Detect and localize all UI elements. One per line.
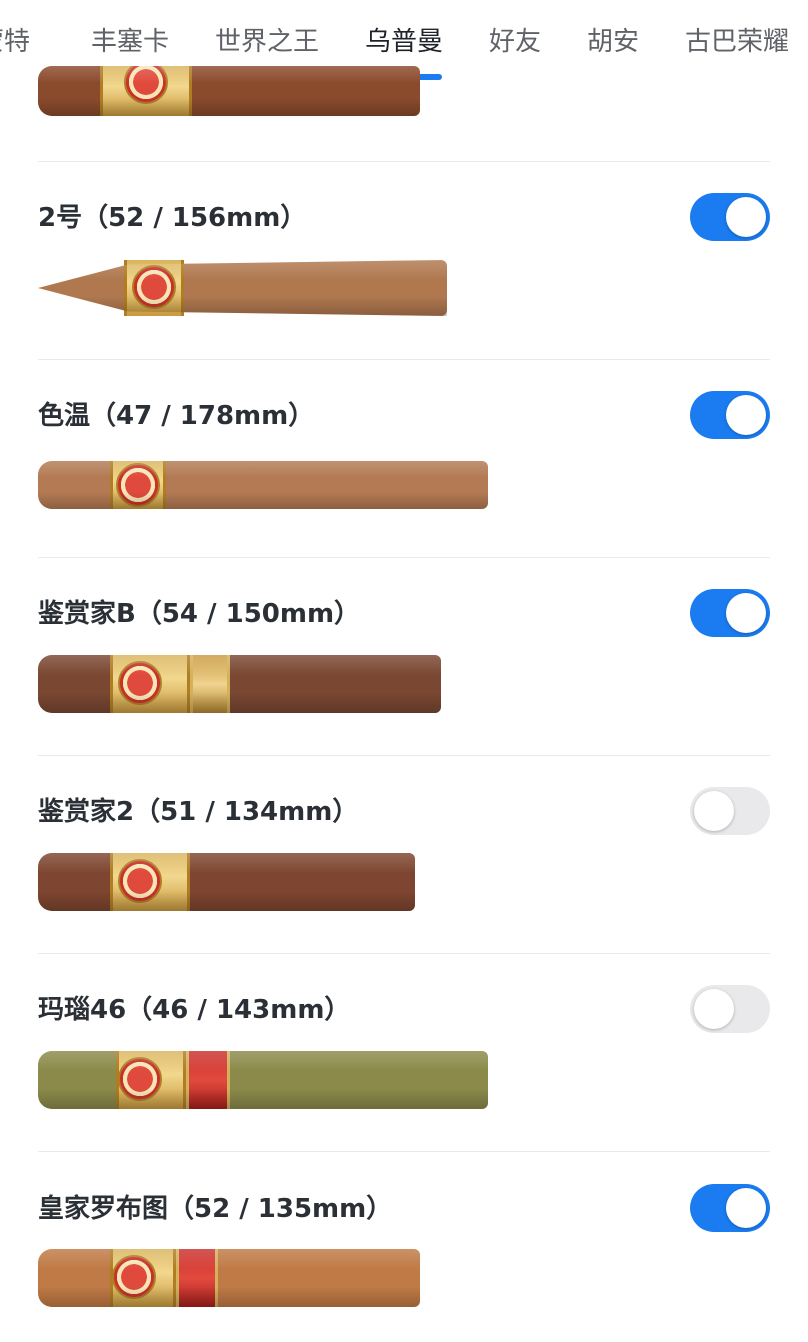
tab-king-of-world[interactable]: 世界之王 [215, 22, 319, 62]
item-toggle[interactable] [690, 589, 770, 637]
item-toggle[interactable] [690, 391, 770, 439]
item-title: 2号（52 / 156mm） [38, 203, 307, 233]
item-toggle[interactable] [690, 985, 770, 1033]
item-title: 鉴赏家B（54 / 150mm） [38, 599, 361, 629]
tab-montecristo[interactable]: 蒙特 [0, 22, 30, 62]
toggle-knob [694, 791, 734, 831]
item-toggle[interactable] [690, 1184, 770, 1232]
item-title: 色温（47 / 178mm） [38, 401, 315, 431]
cigar-long-image [38, 461, 488, 509]
item-toggle[interactable] [690, 787, 770, 835]
row-divider [38, 755, 770, 756]
row-divider [38, 161, 770, 162]
tab-good-friend[interactable]: 好友 [489, 22, 541, 62]
tab-fonseca[interactable]: 丰塞卡 [91, 22, 169, 62]
tab-upmann[interactable]: 乌普曼 [365, 22, 443, 62]
row-divider [38, 1151, 770, 1152]
row-divider [38, 359, 770, 360]
cigar-torpedo-image [38, 260, 447, 316]
item-toggle[interactable] [690, 193, 770, 241]
item-title: 玛瑙46（46 / 143mm） [38, 995, 351, 1025]
toggle-knob [694, 989, 734, 1029]
toggle-knob [726, 1188, 766, 1228]
item-title: 皇家罗布图（52 / 135mm） [38, 1194, 393, 1224]
item-title: 鉴赏家2（51 / 134mm） [38, 797, 359, 827]
toggle-knob [726, 593, 766, 633]
tab-cuban-glory[interactable]: 古巴荣耀 [685, 22, 789, 62]
cigar-magnum-46-image [38, 1051, 488, 1109]
row-divider [38, 953, 770, 954]
cigar-connoisseur-2-image [38, 853, 415, 911]
toggle-knob [726, 197, 766, 237]
cigar-connoisseur-b-image [38, 655, 441, 713]
row-divider [38, 557, 770, 558]
cigar-partial-image [38, 66, 420, 116]
cigar-royal-robusto-image [38, 1249, 420, 1307]
toggle-knob [726, 395, 766, 435]
tab-juan[interactable]: 胡安 [587, 22, 639, 62]
